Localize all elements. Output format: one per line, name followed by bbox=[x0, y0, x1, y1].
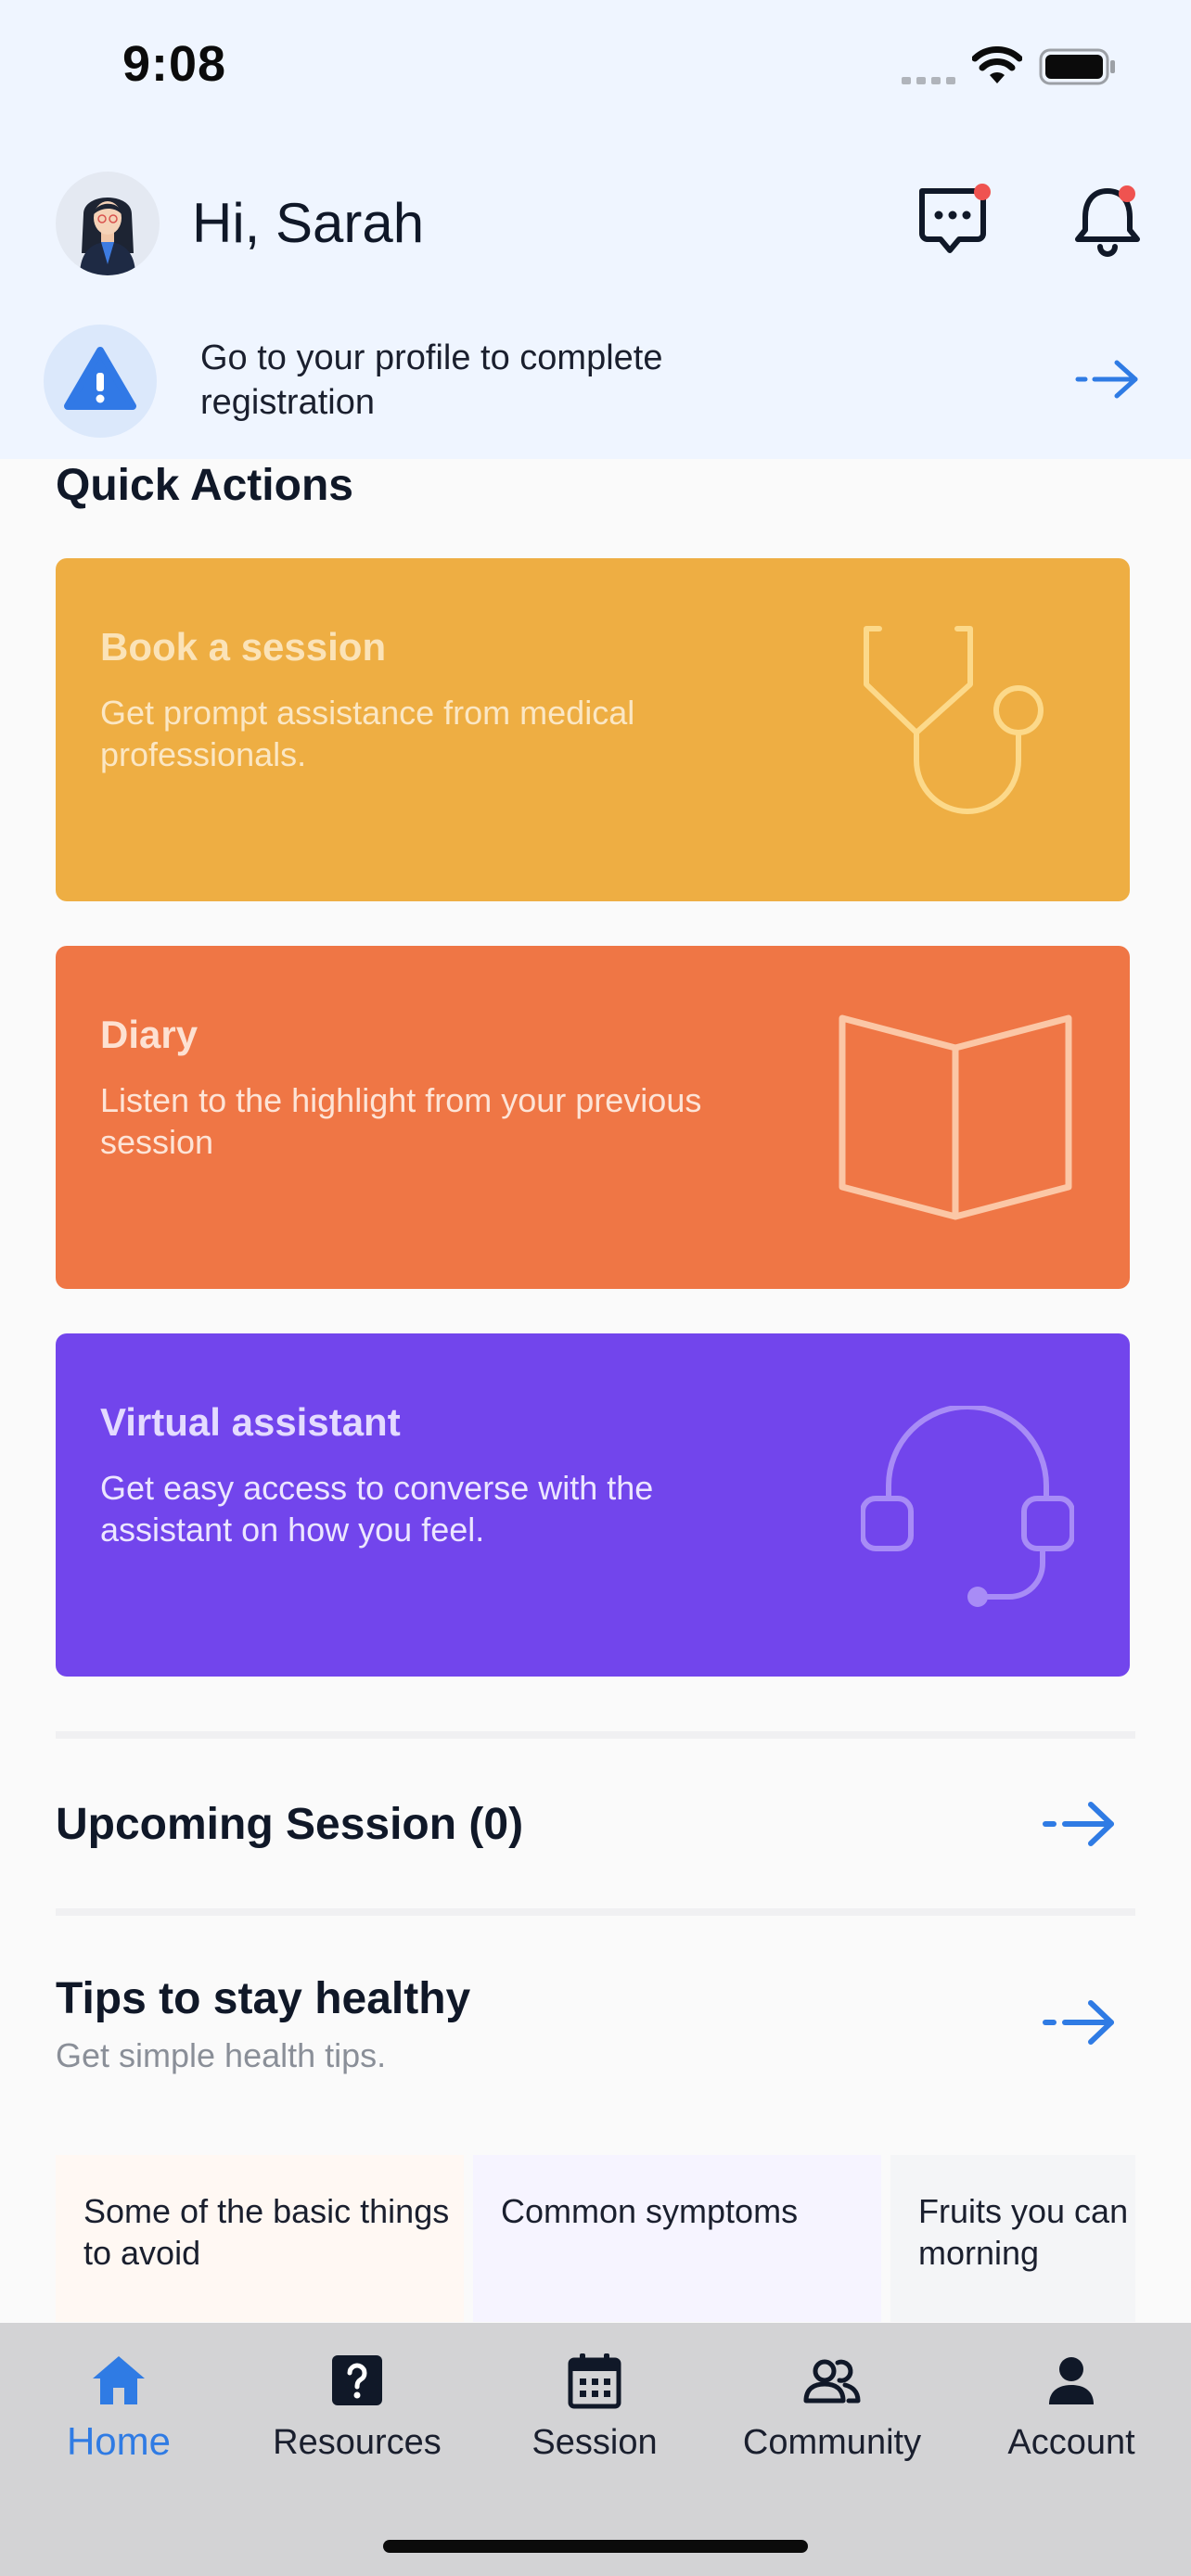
tips-subtitle: Get simple health tips. bbox=[56, 2036, 387, 2074]
headset-icon bbox=[860, 1404, 1075, 1614]
nav-community[interactable]: Community bbox=[725, 2351, 939, 2463]
battery-icon bbox=[1039, 48, 1117, 90]
nav-label: Account bbox=[1007, 2423, 1135, 2462]
book-session-card[interactable]: Book a session Get prompt assistance fro… bbox=[56, 558, 1130, 901]
card-title: Diary bbox=[100, 1013, 198, 1056]
tip-card-text: Common symptoms bbox=[501, 2192, 799, 2230]
nav-session[interactable]: Session bbox=[488, 2351, 701, 2463]
tip-card[interactable]: Fruits you can in the morning bbox=[890, 2155, 1135, 2322]
messages-button[interactable] bbox=[913, 178, 996, 261]
divider bbox=[56, 1731, 1135, 1739]
tip-card[interactable]: Some of the basic things to avoid bbox=[56, 2155, 464, 2322]
nav-label: Home bbox=[66, 2419, 172, 2463]
tip-card-text: Fruits you can in the morning bbox=[918, 2192, 1135, 2272]
avatar[interactable] bbox=[56, 172, 160, 275]
status-time: 9:08 bbox=[122, 36, 227, 92]
virtual-assistant-card[interactable]: Virtual assistant Get easy access to con… bbox=[56, 1333, 1130, 1677]
bottom-navigation: Home Resources Session Community Account bbox=[0, 2323, 1191, 2576]
calendar-icon bbox=[565, 2351, 624, 2410]
nav-label: Community bbox=[742, 2423, 922, 2462]
wifi-icon bbox=[971, 46, 1023, 90]
divider bbox=[56, 1908, 1135, 1916]
greeting-text: Hi, Sarah bbox=[192, 192, 425, 254]
home-icon bbox=[89, 2351, 148, 2410]
stethoscope-icon bbox=[861, 623, 1074, 841]
tip-card[interactable]: Common symptoms bbox=[473, 2155, 881, 2322]
messages-notification-dot bbox=[974, 184, 991, 200]
upcoming-session-arrow-icon[interactable] bbox=[1043, 1801, 1117, 1847]
person-icon bbox=[1042, 2351, 1101, 2410]
tips-arrow-icon[interactable] bbox=[1043, 1999, 1117, 2046]
nav-account[interactable]: Account bbox=[965, 2351, 1178, 2463]
people-icon bbox=[802, 2351, 862, 2410]
quick-actions-title: Quick Actions bbox=[56, 461, 353, 510]
nav-label: Resources bbox=[273, 2423, 442, 2462]
card-title: Virtual assistant bbox=[100, 1400, 401, 1444]
warning-icon bbox=[44, 325, 157, 438]
upcoming-session-title: Upcoming Session (0) bbox=[56, 1800, 524, 1849]
card-title: Book a session bbox=[100, 625, 387, 669]
diary-card[interactable]: Diary Listen to the highlight from your … bbox=[56, 946, 1130, 1289]
cellular-signal-icon bbox=[902, 74, 959, 91]
question-icon bbox=[327, 2351, 387, 2410]
alert-arrow-icon[interactable] bbox=[1074, 358, 1141, 401]
registration-alert-text: Go to your profile to complete registrat… bbox=[200, 338, 663, 422]
tips-title: Tips to stay healthy bbox=[56, 1974, 471, 2023]
nav-resources[interactable]: Resources bbox=[250, 2351, 464, 2463]
card-description: Get prompt assistance from medical profe… bbox=[100, 694, 635, 773]
notifications-button[interactable] bbox=[1067, 178, 1150, 261]
card-description: Get easy access to converse with the ass… bbox=[100, 1469, 654, 1549]
notifications-notification-dot bbox=[1119, 185, 1135, 202]
open-book-icon bbox=[837, 1013, 1074, 1231]
card-description: Listen to the highlight from your previo… bbox=[100, 1081, 702, 1161]
tip-card-text: Some of the basic things to avoid bbox=[83, 2192, 450, 2272]
nav-label: Session bbox=[531, 2423, 658, 2462]
home-indicator bbox=[383, 2540, 808, 2553]
nav-home[interactable]: Home bbox=[12, 2351, 225, 2464]
